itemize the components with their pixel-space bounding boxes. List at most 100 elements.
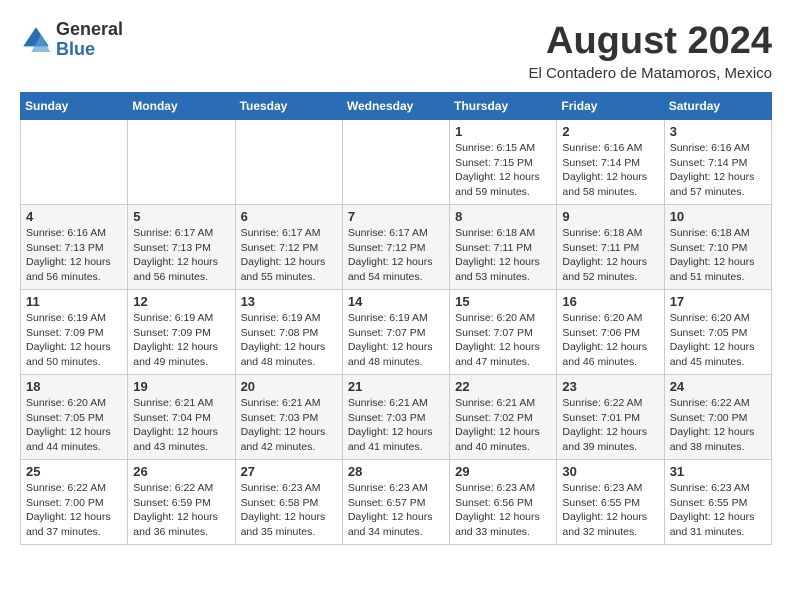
day-info: Sunrise: 6:17 AM Sunset: 7:12 PM Dayligh… [241, 226, 337, 285]
day-number: 23 [562, 379, 658, 394]
day-number: 28 [348, 464, 444, 479]
day-number: 25 [26, 464, 122, 479]
day-info: Sunrise: 6:20 AM Sunset: 7:06 PM Dayligh… [562, 311, 658, 370]
day-info: Sunrise: 6:17 AM Sunset: 7:13 PM Dayligh… [133, 226, 229, 285]
day-info: Sunrise: 6:16 AM Sunset: 7:14 PM Dayligh… [670, 141, 766, 200]
day-number: 13 [241, 294, 337, 309]
day-info: Sunrise: 6:22 AM Sunset: 6:59 PM Dayligh… [133, 481, 229, 540]
weekday-header: Thursday [450, 93, 557, 120]
calendar-cell: 23Sunrise: 6:22 AM Sunset: 7:01 PM Dayli… [557, 375, 664, 460]
calendar-week-row: 11 Sunrise: 6:19 AM Sunset: 7:09 PM Dayli… [21, 290, 772, 375]
day-info: Sunrise: 6:15 AM Sunset: 7:15 PM Dayligh… [455, 141, 551, 200]
day-number: 7 [348, 209, 444, 224]
logo: General Blue [20, 20, 123, 60]
calendar-cell: 22 Sunrise: 6:21 AM Sunset: 7:02 PM Dayli… [450, 375, 557, 460]
calendar-cell: 17 Sunrise: 6:20 AM Sunset: 7:05 PM Dayli… [664, 290, 771, 375]
day-number: 16 [562, 294, 658, 309]
calendar-cell: 12 Sunrise: 6:19 AM Sunset: 7:09 PM Dayli… [128, 290, 235, 375]
day-info: Sunrise: 6:19 AM Sunset: 7:08 PM Dayligh… [241, 311, 337, 370]
day-info: Sunrise: 6:18 AM Sunset: 7:11 PM Dayligh… [562, 226, 658, 285]
day-info: Sunrise: 6:17 AM Sunset: 7:12 PM Dayligh… [348, 226, 444, 285]
calendar-cell: 20 Sunrise: 6:21 AM Sunset: 7:03 PM Dayli… [235, 375, 342, 460]
day-info: Sunrise: 6:21 AM Sunset: 7:02 PM Dayligh… [455, 396, 551, 455]
calendar-cell: 24Sunrise: 6:22 AM Sunset: 7:00 PM Dayli… [664, 375, 771, 460]
day-number: 5 [133, 209, 229, 224]
day-number: 12 [133, 294, 229, 309]
calendar-cell: 14Sunrise: 6:19 AM Sunset: 7:07 PM Dayli… [342, 290, 449, 375]
day-info: Sunrise: 6:23 AM Sunset: 6:58 PM Dayligh… [241, 481, 337, 540]
day-info: Sunrise: 6:18 AM Sunset: 7:11 PM Dayligh… [455, 226, 551, 285]
day-info: Sunrise: 6:23 AM Sunset: 6:56 PM Dayligh… [455, 481, 551, 540]
day-info: Sunrise: 6:20 AM Sunset: 7:05 PM Dayligh… [26, 396, 122, 455]
weekday-header: Friday [557, 93, 664, 120]
calendar-cell: 9 Sunrise: 6:18 AM Sunset: 7:11 PM Daylig… [557, 205, 664, 290]
weekday-header: Saturday [664, 93, 771, 120]
day-number: 4 [26, 209, 122, 224]
day-info: Sunrise: 6:23 AM Sunset: 6:55 PM Dayligh… [562, 481, 658, 540]
day-info: Sunrise: 6:22 AM Sunset: 7:00 PM Dayligh… [26, 481, 122, 540]
calendar-cell: 10 Sunrise: 6:18 AM Sunset: 7:10 PM Dayli… [664, 205, 771, 290]
calendar-cell: 2Sunrise: 6:16 AM Sunset: 7:14 PM Daylig… [557, 120, 664, 205]
calendar-cell: 15 Sunrise: 6:20 AM Sunset: 7:07 PM Dayli… [450, 290, 557, 375]
day-number: 11 [26, 294, 122, 309]
page-header: General Blue August 2024 El Contadero de… [20, 20, 772, 82]
calendar-week-row: 4 Sunrise: 6:16 AM Sunset: 7:13 PM Daylig… [21, 205, 772, 290]
calendar-cell: 5 Sunrise: 6:17 AM Sunset: 7:13 PM Daylig… [128, 205, 235, 290]
day-info: Sunrise: 6:19 AM Sunset: 7:09 PM Dayligh… [26, 311, 122, 370]
logo-icon [20, 24, 52, 56]
day-info: Sunrise: 6:19 AM Sunset: 7:09 PM Dayligh… [133, 311, 229, 370]
weekday-header: Sunday [21, 93, 128, 120]
calendar-cell: 19Sunrise: 6:21 AM Sunset: 7:04 PM Dayli… [128, 375, 235, 460]
day-info: Sunrise: 6:21 AM Sunset: 7:03 PM Dayligh… [241, 396, 337, 455]
title-block: August 2024 El Contadero de Matamoros, M… [529, 20, 772, 82]
calendar-week-row: 1 Sunrise: 6:15 AM Sunset: 7:15 PM Daylig… [21, 120, 772, 205]
calendar-cell: 4 Sunrise: 6:16 AM Sunset: 7:13 PM Daylig… [21, 205, 128, 290]
day-number: 15 [455, 294, 551, 309]
day-info: Sunrise: 6:21 AM Sunset: 7:03 PM Dayligh… [348, 396, 444, 455]
day-info: Sunrise: 6:16 AM Sunset: 7:13 PM Dayligh… [26, 226, 122, 285]
calendar-cell: 27Sunrise: 6:23 AM Sunset: 6:58 PM Dayli… [235, 460, 342, 545]
location-subtitle: El Contadero de Matamoros, Mexico [529, 65, 772, 82]
day-number: 2 [562, 124, 658, 139]
day-number: 21 [348, 379, 444, 394]
calendar-cell: 26 Sunrise: 6:22 AM Sunset: 6:59 PM Dayli… [128, 460, 235, 545]
weekday-header: Monday [128, 93, 235, 120]
day-number: 20 [241, 379, 337, 394]
calendar-cell: 29 Sunrise: 6:23 AM Sunset: 6:56 PM Dayli… [450, 460, 557, 545]
day-info: Sunrise: 6:22 AM Sunset: 7:00 PM Dayligh… [670, 396, 766, 455]
weekday-header: Wednesday [342, 93, 449, 120]
day-number: 1 [455, 124, 551, 139]
calendar-cell: 25 Sunrise: 6:22 AM Sunset: 7:00 PM Dayli… [21, 460, 128, 545]
day-number: 26 [133, 464, 229, 479]
calendar-cell: 7 Sunrise: 6:17 AM Sunset: 7:12 PM Daylig… [342, 205, 449, 290]
day-info: Sunrise: 6:23 AM Sunset: 6:57 PM Dayligh… [348, 481, 444, 540]
calendar-cell: 6Sunrise: 6:17 AM Sunset: 7:12 PM Daylig… [235, 205, 342, 290]
day-number: 31 [670, 464, 766, 479]
day-number: 10 [670, 209, 766, 224]
calendar-cell: 8 Sunrise: 6:18 AM Sunset: 7:11 PM Daylig… [450, 205, 557, 290]
calendar-cell [128, 120, 235, 205]
day-number: 18 [26, 379, 122, 394]
calendar-body: 1 Sunrise: 6:15 AM Sunset: 7:15 PM Daylig… [21, 120, 772, 545]
day-number: 14 [348, 294, 444, 309]
day-number: 30 [562, 464, 658, 479]
day-number: 8 [455, 209, 551, 224]
calendar-week-row: 18 Sunrise: 6:20 AM Sunset: 7:05 PM Dayli… [21, 375, 772, 460]
day-number: 19 [133, 379, 229, 394]
calendar-cell: 16 Sunrise: 6:20 AM Sunset: 7:06 PM Dayli… [557, 290, 664, 375]
day-number: 3 [670, 124, 766, 139]
day-number: 9 [562, 209, 658, 224]
day-number: 29 [455, 464, 551, 479]
day-number: 22 [455, 379, 551, 394]
day-info: Sunrise: 6:20 AM Sunset: 7:05 PM Dayligh… [670, 311, 766, 370]
day-info: Sunrise: 6:23 AM Sunset: 6:55 PM Dayligh… [670, 481, 766, 540]
calendar-table: SundayMondayTuesdayWednesdayThursdayFrid… [20, 92, 772, 545]
day-number: 17 [670, 294, 766, 309]
logo-blue: Blue [56, 40, 123, 60]
weekday-header: Tuesday [235, 93, 342, 120]
calendar-cell: 21 Sunrise: 6:21 AM Sunset: 7:03 PM Dayli… [342, 375, 449, 460]
day-info: Sunrise: 6:18 AM Sunset: 7:10 PM Dayligh… [670, 226, 766, 285]
calendar-week-row: 25 Sunrise: 6:22 AM Sunset: 7:00 PM Dayli… [21, 460, 772, 545]
calendar-cell: 13 Sunrise: 6:19 AM Sunset: 7:08 PM Dayli… [235, 290, 342, 375]
day-info: Sunrise: 6:20 AM Sunset: 7:07 PM Dayligh… [455, 311, 551, 370]
